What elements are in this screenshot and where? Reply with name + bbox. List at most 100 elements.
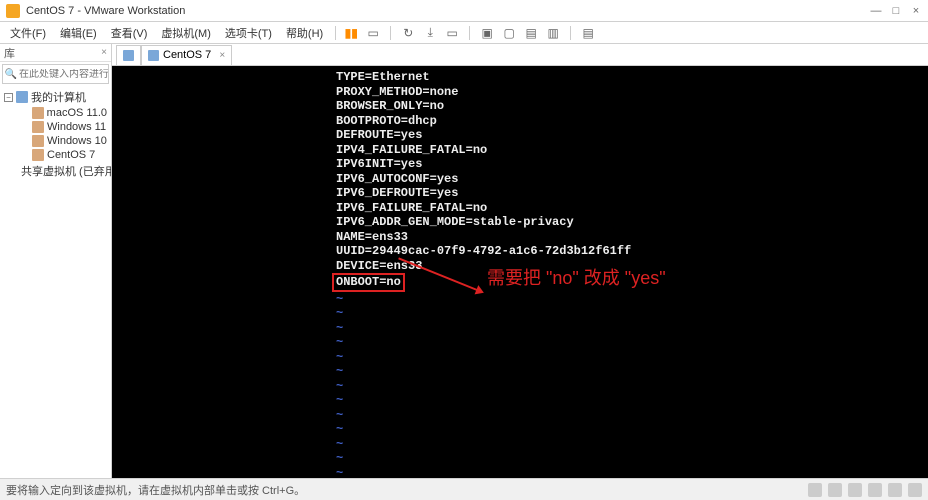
sidebar-search: 🔍 [2, 64, 109, 84]
vi-tilde-lines: ~~~~~~~~~~~~~~~~ [336, 292, 928, 479]
menu-vm[interactable]: 虚拟机(M) [155, 23, 217, 43]
separator [335, 26, 336, 40]
config-line: PROXY_METHOD=none [336, 85, 928, 100]
toolbar-btn-7[interactable]: ▤ [522, 24, 540, 42]
menu-file[interactable]: 文件(F) [4, 23, 52, 43]
toolbar: ▮▮ ▭ ↻ ⤓ ▭ ▣ ▢ ▤ ▥ ▤ [342, 24, 597, 42]
home-icon [123, 50, 134, 61]
separator [390, 26, 391, 40]
pause-button[interactable]: ▮▮ [342, 24, 360, 42]
tree-label: 共享虚拟机 (已弃用) [21, 163, 111, 179]
config-line: NAME=ens33 [336, 230, 928, 245]
search-icon: 🔍 [3, 69, 19, 80]
onboot-highlight: ONBOOT=no [332, 273, 405, 292]
config-line: TYPE=Ethernet [336, 70, 928, 85]
search-input[interactable] [19, 69, 108, 80]
toolbar-btn-4[interactable]: ▭ [443, 24, 461, 42]
config-line: IPV4_FAILURE_FATAL=no [336, 143, 928, 158]
separator [570, 26, 571, 40]
app-icon [6, 4, 20, 18]
config-line: DEFROUTE=yes [336, 128, 928, 143]
config-line: BOOTPROTO=dhcp [336, 114, 928, 129]
tree-vm-centos7[interactable]: CentOS 7 [0, 148, 111, 162]
toolbar-btn-1[interactable]: ▭ [364, 24, 382, 42]
toolbar-btn-9[interactable]: ▤ [579, 24, 597, 42]
tree-vm-macos[interactable]: macOS 11.0 [0, 106, 111, 120]
title-bar: CentOS 7 - VMware Workstation — □ × [0, 0, 928, 22]
status-icons [808, 483, 922, 497]
config-line: IPV6_DEFROUTE=yes [336, 186, 928, 201]
tree-vm-win11[interactable]: Windows 11 [0, 120, 111, 134]
vi-tilde: ~ [336, 408, 928, 423]
tab-centos7[interactable]: CentOS 7 × [141, 45, 232, 65]
sidebar-header: 库 × [0, 44, 111, 62]
config-line: UUID=29449cac-07f9-4792-a1c6-72d3b12f61f… [336, 244, 928, 259]
vi-tilde: ~ [336, 466, 928, 479]
menu-edit[interactable]: 编辑(E) [54, 23, 103, 43]
menu-view[interactable]: 查看(V) [105, 23, 154, 43]
vi-tilde: ~ [336, 364, 928, 379]
vm-icon [148, 50, 159, 61]
maximize-button[interactable]: □ [890, 5, 902, 17]
status-text: 要将输入定向到该虚拟机，请在虚拟机内部单击或按 Ctrl+G。 [6, 482, 305, 498]
tab-bar: CentOS 7 × [112, 44, 928, 66]
window-controls: — □ × [870, 5, 922, 17]
vi-tilde: ~ [336, 292, 928, 307]
tree-root-mycomputer[interactable]: − 我的计算机 [0, 88, 111, 106]
vm-console[interactable]: TYPE=Ethernet PROXY_METHOD=none BROWSER_… [112, 66, 928, 478]
config-line: IPV6_ADDR_GEN_MODE=stable-privacy [336, 215, 928, 230]
config-line: IPV6_AUTOCONF=yes [336, 172, 928, 187]
tab-close-icon[interactable]: × [219, 50, 225, 61]
vm-icon [32, 107, 44, 119]
toolbar-btn-2[interactable]: ↻ [399, 24, 417, 42]
annotation-text: 需要把 "no" 改成 "yes" [487, 271, 666, 286]
vi-tilde: ~ [336, 335, 928, 350]
tree-label: Windows 10 [47, 135, 107, 147]
menu-help[interactable]: 帮助(H) [280, 23, 329, 43]
tree-shared-vms[interactable]: 共享虚拟机 (已弃用) [0, 162, 111, 180]
toolbar-btn-5[interactable]: ▣ [478, 24, 496, 42]
sidebar-close-icon[interactable]: × [101, 47, 107, 58]
status-icon[interactable] [868, 483, 882, 497]
close-button[interactable]: × [910, 5, 922, 17]
tree-vm-win10[interactable]: Windows 10 [0, 134, 111, 148]
status-icon[interactable] [908, 483, 922, 497]
sidebar-title: 库 [4, 45, 15, 61]
tree-label: Windows 11 [47, 121, 106, 133]
window-title: CentOS 7 - VMware Workstation [26, 5, 870, 17]
status-icon[interactable] [828, 483, 842, 497]
vm-tree: − 我的计算机 macOS 11.0 Windows 11 Windows 10… [0, 86, 111, 478]
vi-tilde: ~ [336, 321, 928, 336]
status-bar: 要将输入定向到该虚拟机，请在虚拟机内部单击或按 Ctrl+G。 [0, 478, 928, 500]
status-icon[interactable] [888, 483, 902, 497]
config-line: BROWSER_ONLY=no [336, 99, 928, 114]
tree-label: macOS 11.0 [47, 107, 107, 119]
vi-tilde: ~ [336, 451, 928, 466]
main-area: 库 × 🔍 − 我的计算机 macOS 11.0 Windows 11 [0, 44, 928, 478]
vm-icon [32, 149, 44, 161]
vi-tilde: ~ [336, 379, 928, 394]
toolbar-btn-6[interactable]: ▢ [500, 24, 518, 42]
tab-label: CentOS 7 [163, 49, 211, 61]
vi-tilde: ~ [336, 422, 928, 437]
menu-bar: 文件(F) 编辑(E) 查看(V) 虚拟机(M) 选项卡(T) 帮助(H) ▮▮… [0, 22, 928, 44]
status-icon[interactable] [808, 483, 822, 497]
config-line: IPV6_FAILURE_FATAL=no [336, 201, 928, 216]
status-icon[interactable] [848, 483, 862, 497]
minimize-button[interactable]: — [870, 5, 882, 17]
sidebar: 库 × 🔍 − 我的计算机 macOS 11.0 Windows 11 [0, 44, 112, 478]
separator [469, 26, 470, 40]
toolbar-btn-8[interactable]: ▥ [544, 24, 562, 42]
tree-label: CentOS 7 [47, 149, 95, 161]
tab-home[interactable] [116, 45, 141, 65]
vi-tilde: ~ [336, 306, 928, 321]
vm-icon [32, 121, 44, 133]
computer-icon [16, 91, 28, 103]
expand-icon[interactable]: − [4, 93, 13, 102]
vi-tilde: ~ [336, 393, 928, 408]
tree-label: 我的计算机 [31, 89, 86, 105]
menu-tabs[interactable]: 选项卡(T) [219, 23, 278, 43]
vi-tilde: ~ [336, 437, 928, 452]
vi-tilde: ~ [336, 350, 928, 365]
toolbar-btn-3[interactable]: ⤓ [421, 24, 439, 42]
